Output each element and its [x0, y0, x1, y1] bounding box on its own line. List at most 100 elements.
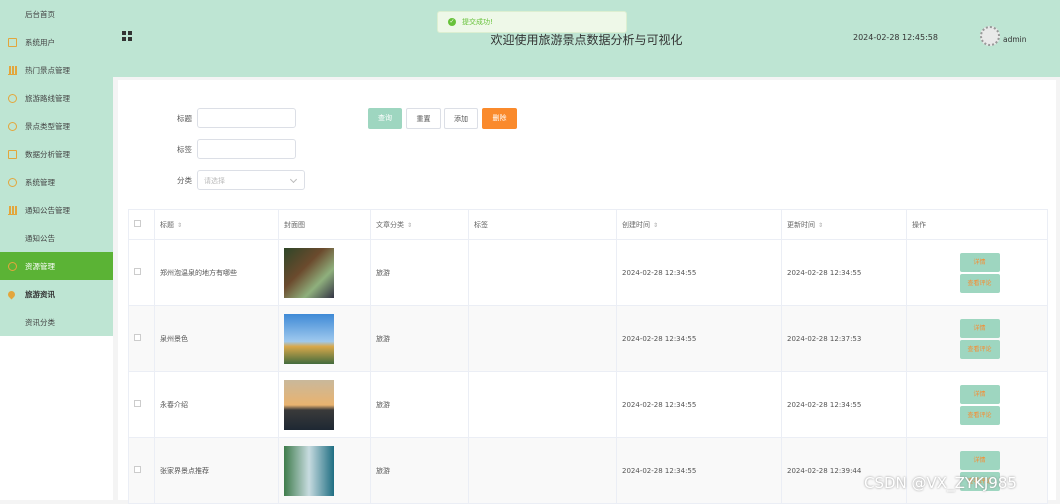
username[interactable]: admin — [1003, 35, 1027, 44]
sidebar-item-home[interactable]: 后台首页 — [0, 0, 113, 28]
sidebar-item-news-category[interactable]: 资讯分类 — [0, 308, 113, 336]
row-category: 旅游 — [370, 239, 469, 306]
toast-message: 提交成功! — [462, 18, 493, 26]
sidebar-item-label: 资源管理 — [25, 261, 55, 271]
reset-button[interactable]: 重置 — [406, 108, 441, 129]
view-comments-button[interactable]: 查看评论 — [959, 273, 1000, 293]
column-header-title[interactable]: 标题 ⇕ — [154, 209, 279, 240]
circle-icon — [8, 261, 17, 271]
sort-icon[interactable]: ⇕ — [177, 222, 182, 229]
sidebar-item-label: 旅游路线管理 — [25, 93, 70, 103]
row-tag — [468, 305, 617, 372]
row-tag — [468, 371, 617, 438]
title-filter-input[interactable] — [197, 108, 296, 128]
sidebar-item-label: 数据分析管理 — [25, 149, 70, 159]
table-row: 泉州景色 旅游 2024-02-28 12:34:55 2024-02-28 1… — [128, 305, 1048, 372]
current-datetime: 2024-02-28 12:45:58 — [853, 33, 938, 42]
location-pin-icon — [6, 289, 17, 299]
row-title: 永春介绍 — [154, 371, 279, 438]
row-title: 郑州泡温泉的地方有哪些 — [154, 239, 279, 306]
cover-image — [284, 445, 334, 496]
row-category: 旅游 — [370, 305, 469, 372]
column-header-tag: 标签 — [468, 209, 617, 240]
bar-chart-icon — [8, 65, 17, 75]
search-button[interactable]: 查询 — [368, 108, 402, 129]
avatar[interactable] — [980, 26, 1000, 46]
circle-icon — [8, 93, 17, 103]
bar-chart-icon — [8, 205, 17, 215]
row-updated: 2024-02-28 12:37:53 — [781, 305, 907, 372]
sidebar-item-data-analysis[interactable]: 数据分析管理 — [0, 140, 113, 168]
row-created: 2024-02-28 12:34:55 — [616, 437, 782, 504]
cover-image — [284, 247, 334, 298]
table-header-row: 标题 ⇕ 封面图 文章分类 ⇕ 标签 创建时间 ⇕ 更新时间 ⇕ 操作 — [128, 209, 1048, 240]
detail-button[interactable]: 详情 — [959, 450, 1000, 470]
row-tag — [468, 239, 617, 306]
column-header-category[interactable]: 文章分类 ⇕ — [370, 209, 469, 240]
sidebar-item-label: 通知公告管理 — [25, 205, 70, 215]
row-tag — [468, 437, 617, 504]
row-checkbox[interactable] — [134, 400, 141, 407]
circle-icon — [8, 177, 17, 187]
row-title: 张家界景点推荐 — [154, 437, 279, 504]
watermark: CSDN @VX_ZYKJ985 — [864, 474, 1017, 492]
sort-icon[interactable]: ⇕ — [818, 222, 823, 229]
category-select[interactable]: 请选择 — [197, 170, 305, 190]
delete-button[interactable]: 删除 — [482, 108, 517, 129]
sidebar-item-notice-mgmt[interactable]: 通知公告管理 — [0, 196, 113, 224]
detail-button[interactable]: 详情 — [959, 252, 1000, 272]
select-all-checkbox[interactable] — [134, 220, 141, 227]
document-icon — [8, 37, 17, 47]
sidebar-item-notice[interactable]: 通知公告 — [0, 224, 113, 252]
row-checkbox[interactable] — [134, 334, 141, 341]
view-comments-button[interactable]: 查看评论 — [959, 405, 1000, 425]
chevron-down-icon — [289, 175, 298, 184]
articles-table: 标题 ⇕ 封面图 文章分类 ⇕ 标签 创建时间 ⇕ 更新时间 ⇕ 操作 郑州泡温泉的地方… — [128, 209, 1048, 504]
sidebar-item-routes[interactable]: 旅游路线管理 — [0, 84, 113, 112]
column-header-created[interactable]: 创建时间 ⇕ — [616, 209, 782, 240]
row-category: 旅游 — [370, 371, 469, 438]
category-select-placeholder: 请选择 — [204, 177, 225, 185]
sidebar: 后台首页 系统用户 热门景点管理 旅游路线管理 景点类型管理 数据分析管理 系统… — [0, 0, 113, 500]
sidebar-item-label: 热门景点管理 — [25, 65, 70, 75]
row-checkbox[interactable] — [134, 466, 141, 473]
success-toast: ✓ 提交成功! — [437, 11, 627, 33]
sidebar-item-spot-types[interactable]: 景点类型管理 — [0, 112, 113, 140]
table-row: 郑州泡温泉的地方有哪些 旅游 2024-02-28 12:34:55 2024-… — [128, 239, 1048, 306]
column-header-updated[interactable]: 更新时间 ⇕ — [781, 209, 907, 240]
tag-filter-input[interactable] — [197, 139, 296, 159]
column-header-actions: 操作 — [906, 209, 1048, 240]
table-row: 张家界景点推荐 旅游 2024-02-28 12:34:55 2024-02-2… — [128, 437, 1048, 504]
check-circle-icon: ✓ — [448, 18, 456, 26]
row-category: 旅游 — [370, 437, 469, 504]
sort-icon[interactable]: ⇕ — [407, 222, 412, 229]
sidebar-menu: 后台首页 系统用户 热门景点管理 旅游路线管理 景点类型管理 数据分析管理 系统… — [0, 0, 113, 336]
sort-icon[interactable]: ⇕ — [653, 222, 658, 229]
document-icon — [8, 149, 17, 159]
row-checkbox[interactable] — [134, 268, 141, 275]
view-comments-button[interactable]: 查看评论 — [959, 339, 1000, 359]
sidebar-item-label: 系统管理 — [25, 177, 55, 187]
row-updated: 2024-02-28 12:34:55 — [781, 239, 907, 306]
main-content: 标题 标签 分类 请选择 查询 重置 添加 删除 标题 ⇕ 封面图 文章分类 ⇕ 标… — [118, 80, 1056, 504]
sidebar-item-system[interactable]: 系统管理 — [0, 168, 113, 196]
tag-filter-label: 标签 — [177, 145, 192, 154]
row-updated: 2024-02-28 12:39:44 — [781, 437, 907, 504]
sidebar-item-label: 资讯分类 — [25, 317, 55, 327]
sidebar-item-label: 后台首页 — [25, 9, 55, 19]
add-button[interactable]: 添加 — [444, 108, 478, 129]
sidebar-item-travel-news[interactable]: 旅游资讯 — [0, 280, 113, 308]
circle-icon — [8, 121, 17, 131]
sidebar-item-system-users[interactable]: 系统用户 — [0, 28, 113, 56]
row-created: 2024-02-28 12:34:55 — [616, 371, 782, 438]
detail-button[interactable]: 详情 — [959, 384, 1000, 404]
sidebar-item-label: 系统用户 — [25, 37, 55, 47]
table-row: 永春介绍 旅游 2024-02-28 12:34:55 2024-02-28 1… — [128, 371, 1048, 438]
detail-button[interactable]: 详情 — [959, 318, 1000, 338]
sidebar-item-label: 景点类型管理 — [25, 121, 70, 131]
row-title: 泉州景色 — [154, 305, 279, 372]
sidebar-item-label: 通知公告 — [25, 233, 55, 243]
sidebar-item-hot-spots[interactable]: 热门景点管理 — [0, 56, 113, 84]
sidebar-item-resources[interactable]: 资源管理 — [0, 252, 113, 280]
column-header-cover: 封面图 — [278, 209, 371, 240]
